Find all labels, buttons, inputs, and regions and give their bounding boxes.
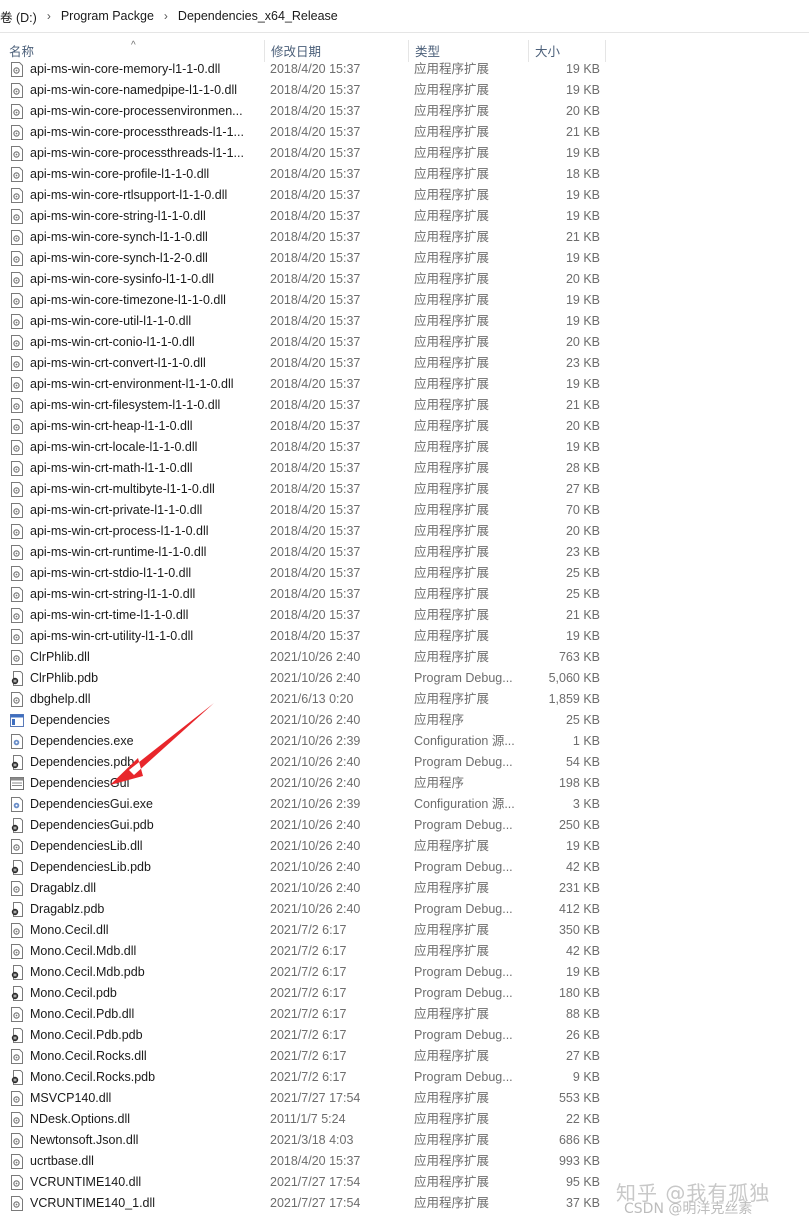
watermark-csdn: CSDN @明洋克丝素 [624, 1201, 753, 1217]
red-arrow-icon [110, 703, 214, 785]
annotation-arrow [110, 703, 214, 785]
